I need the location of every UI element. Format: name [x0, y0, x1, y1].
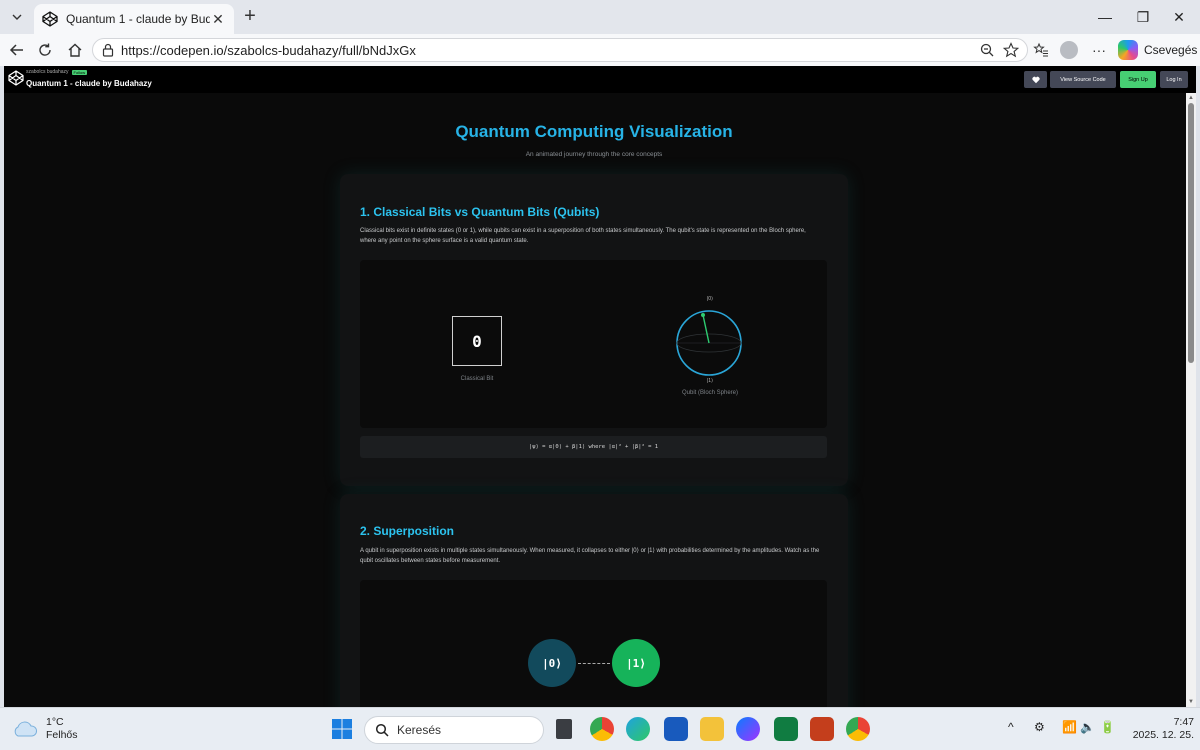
volume-icon[interactable]: 🔈	[1080, 720, 1095, 734]
word-icon[interactable]	[664, 717, 688, 741]
codepen-favicon-icon	[42, 11, 58, 27]
page-viewport: szabolcs budahazy Follow Quantum 1 - cla…	[4, 66, 1196, 707]
page-scrollbar[interactable]: ▲ ▼	[1186, 93, 1196, 707]
tab-close-icon[interactable]: ✕	[210, 11, 226, 27]
temperature: 1°C	[46, 716, 64, 728]
page-title: Quantum Computing Visualization	[455, 122, 733, 141]
battery-icon[interactable]: 🔋	[1100, 720, 1115, 734]
chevron-down-icon	[12, 14, 22, 20]
star-icon	[1003, 42, 1019, 58]
clock-time: 7:47	[1173, 716, 1194, 728]
page-subtitle: An animated journey through the core con…	[525, 151, 663, 158]
copilot-button[interactable]: Csevegés	[1118, 39, 1197, 61]
section-text: A qubit in superposition exists in multi…	[360, 548, 820, 564]
address-bar[interactable]: https://codepen.io/szabolcs-budahazy/ful…	[92, 38, 1028, 62]
wifi-icon[interactable]: 📶	[1062, 720, 1077, 734]
tab-title: Quantum 1 - claude by Budahazy	[66, 12, 210, 26]
ket-zero-label: |0⟩	[706, 296, 714, 302]
browser-titlebar: Quantum 1 - claude by Budahazy ✕ + — ❐ ✕	[0, 0, 1200, 34]
minimize-button[interactable]: —	[1090, 6, 1120, 28]
task-view-icon[interactable]	[556, 719, 572, 739]
chrome-profile-icon[interactable]	[590, 717, 614, 741]
system-clock[interactable]: 7:47 2025. 12. 25.	[1118, 716, 1194, 742]
author-name: szabolcs budahazy	[26, 69, 69, 75]
favorites-list-icon	[1033, 42, 1048, 57]
scroll-up-icon[interactable]: ▲	[1187, 94, 1195, 102]
qubit-state-zero: |0⟩	[528, 639, 576, 687]
back-button[interactable]	[6, 39, 28, 61]
tab-list-button[interactable]	[6, 6, 28, 28]
url-text: https://codepen.io/szabolcs-budahazy/ful…	[121, 42, 416, 58]
superposition-link	[578, 663, 610, 664]
view-source-button[interactable]: View Source Code	[1050, 71, 1116, 88]
excel-icon[interactable]	[774, 717, 798, 741]
security-icon[interactable]: ⚙	[1034, 720, 1045, 734]
section-text: Classical bits exist in definite states …	[360, 228, 806, 244]
zoom-icon	[980, 43, 994, 57]
file-explorer-icon[interactable]	[700, 717, 724, 741]
refresh-icon	[39, 43, 51, 56]
login-button[interactable]: Log In	[1160, 71, 1188, 88]
chrome-icon[interactable]	[846, 717, 870, 741]
qubit-state-one: |1⟩	[612, 639, 660, 687]
back-arrow-icon	[9, 44, 23, 56]
weather-widget[interactable]: 1°C Felhős	[12, 716, 78, 742]
pen-title: Quantum 1 - claude by Budahazy	[26, 79, 152, 88]
powerpoint-icon[interactable]	[810, 717, 834, 741]
restore-button[interactable]: ❐	[1128, 6, 1158, 28]
copilot-icon	[1118, 40, 1138, 60]
follow-button[interactable]: Follow	[71, 69, 88, 75]
taskbar-search[interactable]: Keresés	[364, 716, 544, 744]
taskbar: 1°C Felhős Keresés ^ ⚙ 📶 🔈 🔋 7:47 2025. …	[0, 707, 1200, 750]
cloud-icon	[14, 721, 38, 737]
home-icon	[68, 43, 82, 57]
section-superposition: 2. Superposition A qubit in superpositio…	[340, 494, 848, 707]
favorites-button[interactable]	[1030, 39, 1052, 61]
zoom-button[interactable]	[976, 39, 998, 61]
favorite-star-button[interactable]	[1000, 39, 1022, 61]
lock-icon	[102, 43, 114, 57]
more-options-button[interactable]: ···	[1088, 39, 1110, 61]
clock-date: 2025. 12. 25.	[1132, 729, 1194, 741]
heart-button[interactable]	[1024, 71, 1047, 88]
browser-tab[interactable]: Quantum 1 - claude by Budahazy ✕	[34, 4, 234, 34]
section-classical-vs-qubit: 1. Classical Bits vs Quantum Bits (Qubit…	[340, 174, 848, 486]
ket-one-label: |1⟩	[706, 378, 714, 384]
home-button[interactable]	[64, 39, 86, 61]
bloch-caption: Qubit (Bloch Sphere)	[681, 390, 739, 396]
scrollbar-thumb[interactable]	[1188, 103, 1194, 363]
codepen-header: szabolcs budahazy Follow Quantum 1 - cla…	[4, 66, 1196, 93]
copilot-label: Csevegés	[1144, 43, 1198, 57]
superposition-demo: |0⟩ |1⟩	[360, 580, 827, 707]
start-button[interactable]	[330, 717, 354, 741]
bloch-sphere	[676, 310, 742, 376]
profile-button[interactable]	[1058, 39, 1080, 61]
heart-icon	[1031, 76, 1040, 83]
new-tab-button[interactable]: +	[240, 6, 260, 27]
messenger-icon[interactable]	[736, 717, 760, 741]
refresh-button[interactable]	[34, 39, 56, 61]
classical-bit-caption: Classical Bit	[460, 376, 494, 382]
browser-navbar: https://codepen.io/szabolcs-budahazy/ful…	[0, 34, 1200, 66]
section-title: 2. Superposition	[360, 524, 455, 538]
bits-demo: 0 Classical Bit |0⟩ |1⟩ Qubit (Bloch Sph…	[360, 260, 827, 428]
signup-button[interactable]: Sign Up	[1120, 71, 1156, 88]
section-title: 1. Classical Bits vs Quantum Bits (Qubit…	[360, 205, 600, 219]
codepen-logo-icon[interactable]	[8, 70, 24, 86]
state-vector	[702, 314, 710, 344]
weather-description: Felhős	[46, 729, 78, 741]
edge-icon[interactable]	[626, 717, 650, 741]
windows-logo-icon	[332, 719, 352, 739]
tray-overflow-icon[interactable]: ^	[1008, 720, 1014, 734]
qubit-formula: |ψ⟩ = α|0⟩ + β|1⟩ where |α|² + |β|² = 1	[360, 436, 827, 458]
avatar	[1060, 41, 1078, 59]
state-vector-tip	[701, 313, 705, 317]
search-placeholder: Keresés	[397, 723, 442, 737]
search-icon	[375, 723, 389, 737]
close-window-button[interactable]: ✕	[1164, 6, 1194, 28]
pen-author[interactable]: szabolcs budahazy Follow	[26, 69, 88, 75]
classical-bit: 0	[452, 316, 502, 366]
scroll-down-icon[interactable]: ▼	[1187, 698, 1195, 706]
